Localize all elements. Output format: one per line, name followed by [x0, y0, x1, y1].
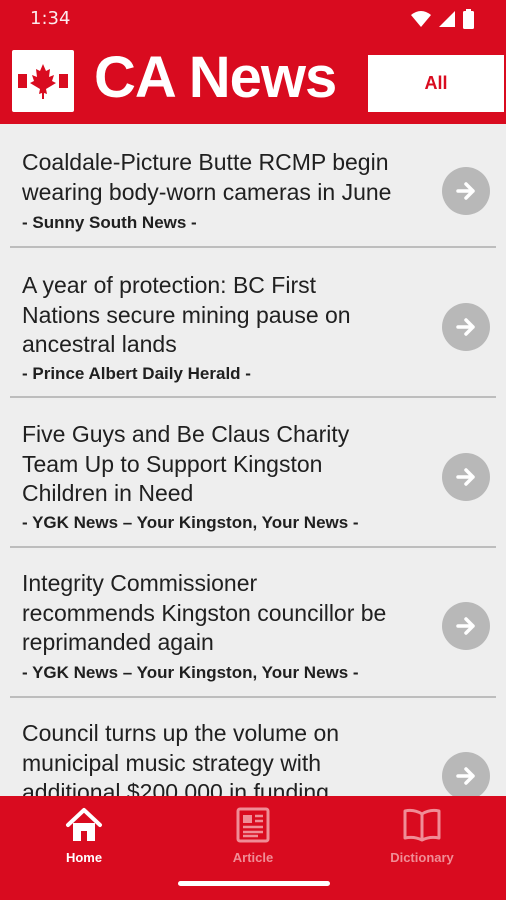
app-logo: [12, 50, 74, 112]
article-icon: [236, 807, 270, 843]
arrow-right-icon: [456, 767, 475, 785]
news-item[interactable]: Integrity Commissioner recommends Kingst…: [10, 548, 496, 698]
nav-home[interactable]: Home: [4, 806, 164, 865]
nav-dictionary-label: Dictionary: [390, 850, 454, 865]
arrow-right-icon: [456, 617, 475, 635]
news-source: - YGK News – Your Kingston, Your News -: [22, 513, 359, 532]
filter-button[interactable]: All: [368, 55, 504, 112]
gesture-bar[interactable]: [178, 881, 330, 886]
news-item[interactable]: A year of protection: BC First Nations s…: [10, 248, 496, 398]
news-headline: Coaldale-Picture Butte RCMP begin wearin…: [22, 149, 392, 205]
wifi-icon: [411, 11, 431, 27]
news-item[interactable]: Five Guys and Be Claus Charity Team Up t…: [10, 398, 496, 548]
app-title: CA News: [94, 45, 337, 110]
open-article-button[interactable]: [442, 602, 490, 650]
open-article-button[interactable]: [442, 752, 490, 796]
news-item[interactable]: Coaldale-Picture Butte RCMP begin wearin…: [10, 124, 496, 248]
signal-icon: [439, 11, 455, 27]
arrow-right-icon: [456, 468, 475, 486]
nav-dictionary[interactable]: Dictionary: [342, 806, 502, 865]
nav-article-label: Article: [232, 850, 274, 865]
news-headline: Integrity Commissioner recommends Kingst…: [22, 570, 387, 655]
status-time: 1:34: [30, 8, 71, 29]
bottom-navigation: Home Article Dictionary: [0, 796, 506, 900]
open-article-button[interactable]: [442, 453, 490, 501]
book-icon: [403, 808, 441, 842]
nav-article[interactable]: Article: [173, 806, 333, 865]
maple-leaf-icon: [18, 64, 68, 99]
app-bar: CA News All: [0, 38, 506, 124]
status-icons: [411, 9, 474, 29]
nav-home-label: Home: [65, 850, 103, 865]
news-feed[interactable]: Coaldale-Picture Butte RCMP begin wearin…: [0, 124, 506, 796]
status-bar: 1:34: [0, 0, 506, 38]
news-headline: Council turns up the volume on municipal…: [22, 720, 340, 796]
news-item[interactable]: Council turns up the volume on municipal…: [10, 698, 496, 796]
home-icon: [66, 808, 102, 841]
news-headline: A year of protection: BC First Nations s…: [22, 272, 351, 357]
news-headline: Five Guys and Be Claus Charity Team Up t…: [22, 421, 350, 506]
open-article-button[interactable]: [442, 303, 490, 351]
battery-icon: [463, 9, 474, 29]
news-source: - YGK News – Your Kingston, Your News -: [22, 663, 359, 682]
arrow-right-icon: [456, 318, 475, 336]
news-source: - Sunny South News -: [22, 213, 197, 232]
arrow-right-icon: [456, 182, 475, 200]
open-article-button[interactable]: [442, 167, 490, 215]
news-source: - Prince Albert Daily Herald -: [22, 364, 251, 383]
